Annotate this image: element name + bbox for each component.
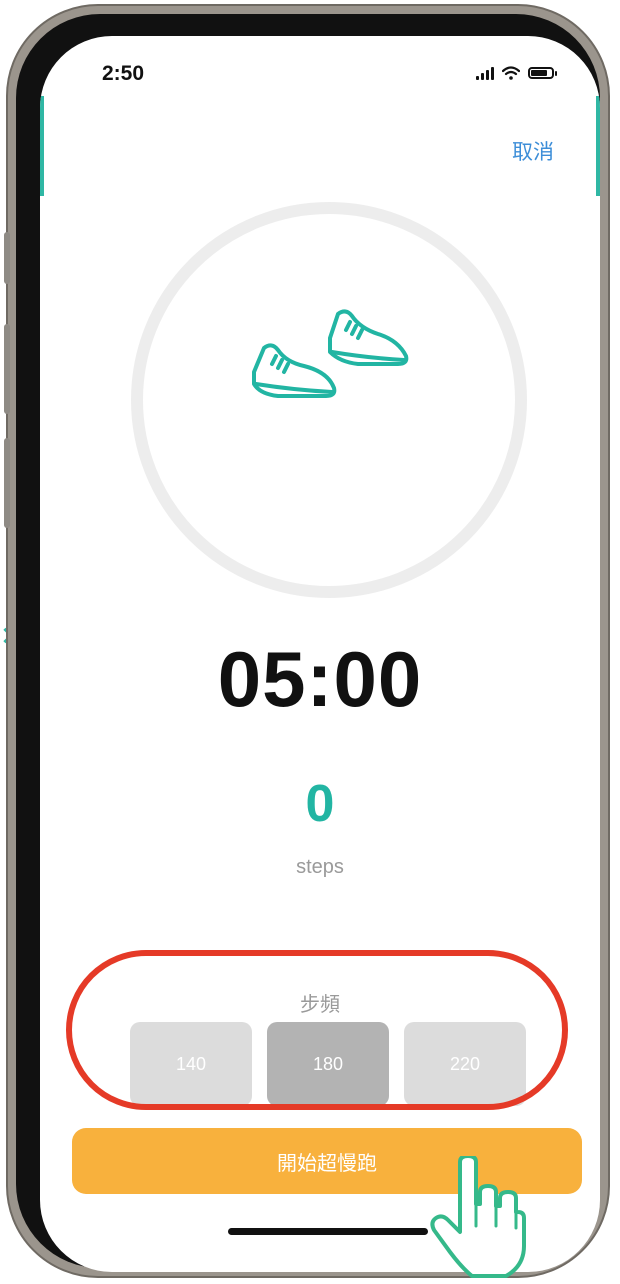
steps-unit-label: steps: [296, 856, 344, 878]
workout-timer: 05:00: [217, 635, 423, 723]
home-indicator: [228, 1228, 428, 1235]
battery-icon: [528, 67, 557, 79]
cancel-button[interactable]: 取消: [512, 136, 554, 166]
hand-pointer-icon: [430, 1156, 526, 1278]
shoes-icon: [252, 309, 409, 398]
wifi-icon: [502, 66, 520, 80]
status-icons: [476, 66, 557, 80]
mute-switch: [4, 232, 10, 284]
signal-icon: [476, 66, 494, 80]
steps-count: 0: [305, 775, 335, 833]
cadence-highlight-annotation: [66, 950, 568, 1110]
screen-edge-accent-right: [596, 96, 600, 196]
volume-down-button: [4, 438, 10, 528]
volume-up-button: [4, 324, 10, 414]
screen-edge-accent-left: [40, 96, 44, 196]
status-time: 2:50: [102, 62, 145, 85]
progress-ring: [131, 202, 527, 598]
